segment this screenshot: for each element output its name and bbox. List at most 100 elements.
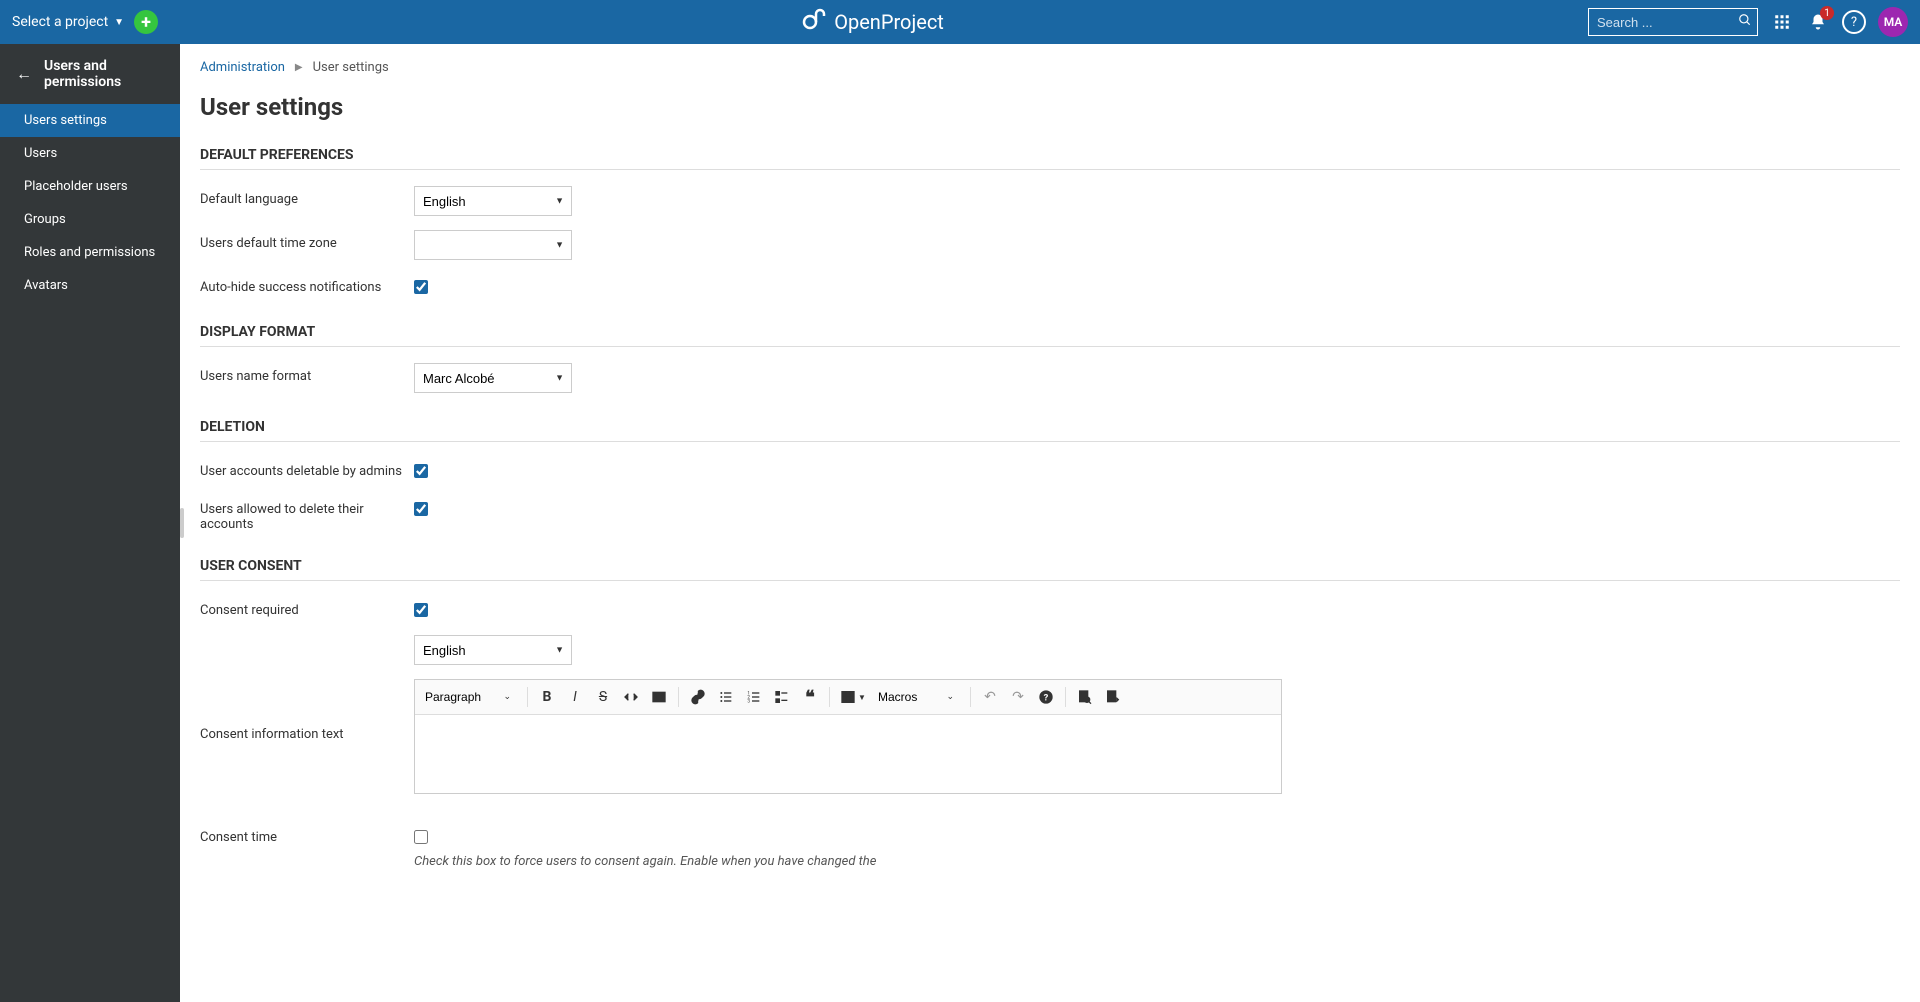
consent-info-label: Consent information text (200, 679, 414, 742)
brand-name: OpenProject (834, 10, 944, 34)
section-display-format: DISPLAY FORMAT (200, 324, 1900, 347)
consent-lang-select[interactable]: English (414, 635, 572, 665)
timezone-label: Users default time zone (200, 230, 414, 251)
sidebar-item-users[interactable]: Users (0, 137, 180, 170)
logo-icon (802, 8, 826, 36)
top-header: Select a project ▼ + OpenProject 1 ? MA (0, 0, 1920, 44)
project-selector[interactable]: Select a project ▼ (12, 14, 124, 30)
users-delete-checkbox[interactable] (414, 502, 428, 516)
sidebar: ← Users and permissions Users settings U… (0, 44, 180, 1002)
project-selector-label: Select a project (12, 14, 108, 30)
breadcrumb-current: User settings (313, 60, 389, 75)
bullet-list-button[interactable] (713, 684, 739, 710)
sidebar-header: ← Users and permissions (0, 44, 180, 104)
header-center: OpenProject (158, 8, 1588, 36)
sidebar-resize-handle[interactable] (180, 508, 184, 538)
main-content: Administration ▶ User settings User sett… (180, 44, 1920, 1002)
section-default-prefs: DEFAULT PREFERENCES (200, 147, 1900, 170)
redo-button[interactable]: ↷ (1005, 684, 1031, 710)
search-box (1588, 8, 1758, 36)
sidebar-item-roles[interactable]: Roles and permissions (0, 236, 180, 269)
consent-lang-label (200, 635, 414, 641)
timezone-select[interactable] (414, 230, 572, 260)
default-language-label: Default language (200, 186, 414, 207)
row-name-format: Users name format Marc Alcobé ▼ (200, 363, 1900, 393)
notification-badge: 1 (1820, 6, 1834, 20)
link-button[interactable] (685, 684, 711, 710)
plus-icon: + (141, 12, 151, 33)
deletable-admins-checkbox[interactable] (414, 464, 428, 478)
number-list-button[interactable]: 123 (741, 684, 767, 710)
header-left: Select a project ▼ + (12, 10, 158, 34)
row-deletable-admins: User accounts deletable by admins (200, 458, 1900, 482)
editor-paragraph-select[interactable]: Paragraph (419, 685, 515, 709)
default-language-select[interactable]: English (414, 186, 572, 216)
row-autohide: Auto-hide success notifications (200, 274, 1900, 298)
toolbar-separator (678, 687, 679, 707)
consent-time-label: Consent time (200, 824, 414, 845)
avatar-initials: MA (1884, 15, 1903, 29)
row-consent-required: Consent required (200, 597, 1900, 621)
strike-button[interactable]: S (590, 684, 616, 710)
section-user-consent: USER CONSENT (200, 558, 1900, 581)
help-button[interactable]: ? (1842, 10, 1866, 34)
search-icon (1738, 13, 1752, 31)
modules-button[interactable] (1770, 10, 1794, 34)
autohide-checkbox[interactable] (414, 280, 428, 294)
row-default-language: Default language English ▼ (200, 186, 1900, 216)
sidebar-item-avatars[interactable]: Avatars (0, 269, 180, 302)
notifications-button[interactable]: 1 (1806, 10, 1830, 34)
rich-text-editor: Paragraph ⌄ B I S 123 (414, 679, 1282, 794)
editor-macros-select[interactable]: Macros (872, 685, 958, 709)
breadcrumb-root[interactable]: Administration (200, 60, 285, 75)
page-title: User settings (200, 93, 1900, 121)
toolbar-separator (527, 687, 528, 707)
toolbar-separator (1065, 687, 1066, 707)
editor-textarea[interactable] (415, 715, 1281, 793)
row-users-delete: Users allowed to delete their accounts (200, 496, 1900, 532)
breadcrumb: Administration ▶ User settings (200, 60, 1900, 75)
code-inline-button[interactable] (618, 684, 644, 710)
svg-text:3: 3 (747, 698, 750, 704)
add-button[interactable]: + (134, 10, 158, 34)
table-button[interactable]: ▼ (836, 684, 870, 710)
toolbar-separator (970, 687, 971, 707)
sidebar-item-users-settings[interactable]: Users settings (0, 104, 180, 137)
sidebar-item-placeholder-users[interactable]: Placeholder users (0, 170, 180, 203)
code-block-button[interactable] (646, 684, 672, 710)
chevron-down-icon: ▼ (114, 17, 124, 28)
row-consent-lang: English ▼ (200, 635, 1900, 665)
toolbar-separator (829, 687, 830, 707)
editor-help-button[interactable]: ? (1033, 684, 1059, 710)
sidebar-item-groups[interactable]: Groups (0, 203, 180, 236)
italic-button[interactable]: I (562, 684, 588, 710)
consent-required-checkbox[interactable] (414, 603, 428, 617)
search-input[interactable] (1588, 8, 1758, 36)
users-delete-label: Users allowed to delete their accounts (200, 496, 414, 532)
consent-time-checkbox[interactable] (414, 830, 428, 844)
svg-text:?: ? (1044, 692, 1049, 703)
sidebar-title: Users and permissions (44, 58, 164, 90)
consent-required-label: Consent required (200, 597, 414, 618)
quote-button[interactable]: ❝ (797, 684, 823, 710)
section-deletion: DELETION (200, 419, 1900, 442)
consent-time-help: Check this box to force users to consent… (414, 854, 876, 869)
source-button[interactable] (1100, 684, 1126, 710)
undo-button[interactable]: ↶ (977, 684, 1003, 710)
editor-toolbar: Paragraph ⌄ B I S 123 (415, 680, 1281, 715)
avatar[interactable]: MA (1878, 7, 1908, 37)
task-list-button[interactable] (769, 684, 795, 710)
bold-button[interactable]: B (534, 684, 560, 710)
row-timezone: Users default time zone ▼ (200, 230, 1900, 260)
chevron-right-icon: ▶ (295, 62, 303, 73)
layout: ← Users and permissions Users settings U… (0, 44, 1920, 1002)
header-right: 1 ? MA (1588, 7, 1908, 37)
preview-button[interactable] (1072, 684, 1098, 710)
row-consent-info: Consent information text Paragraph ⌄ B I… (200, 679, 1900, 794)
row-consent-time: Consent time Check this box to force use… (200, 824, 1900, 869)
deletable-admins-label: User accounts deletable by admins (200, 458, 414, 479)
back-arrow-icon[interactable]: ← (16, 64, 32, 84)
autohide-label: Auto-hide success notifications (200, 274, 414, 295)
name-format-label: Users name format (200, 363, 414, 384)
name-format-select[interactable]: Marc Alcobé (414, 363, 572, 393)
